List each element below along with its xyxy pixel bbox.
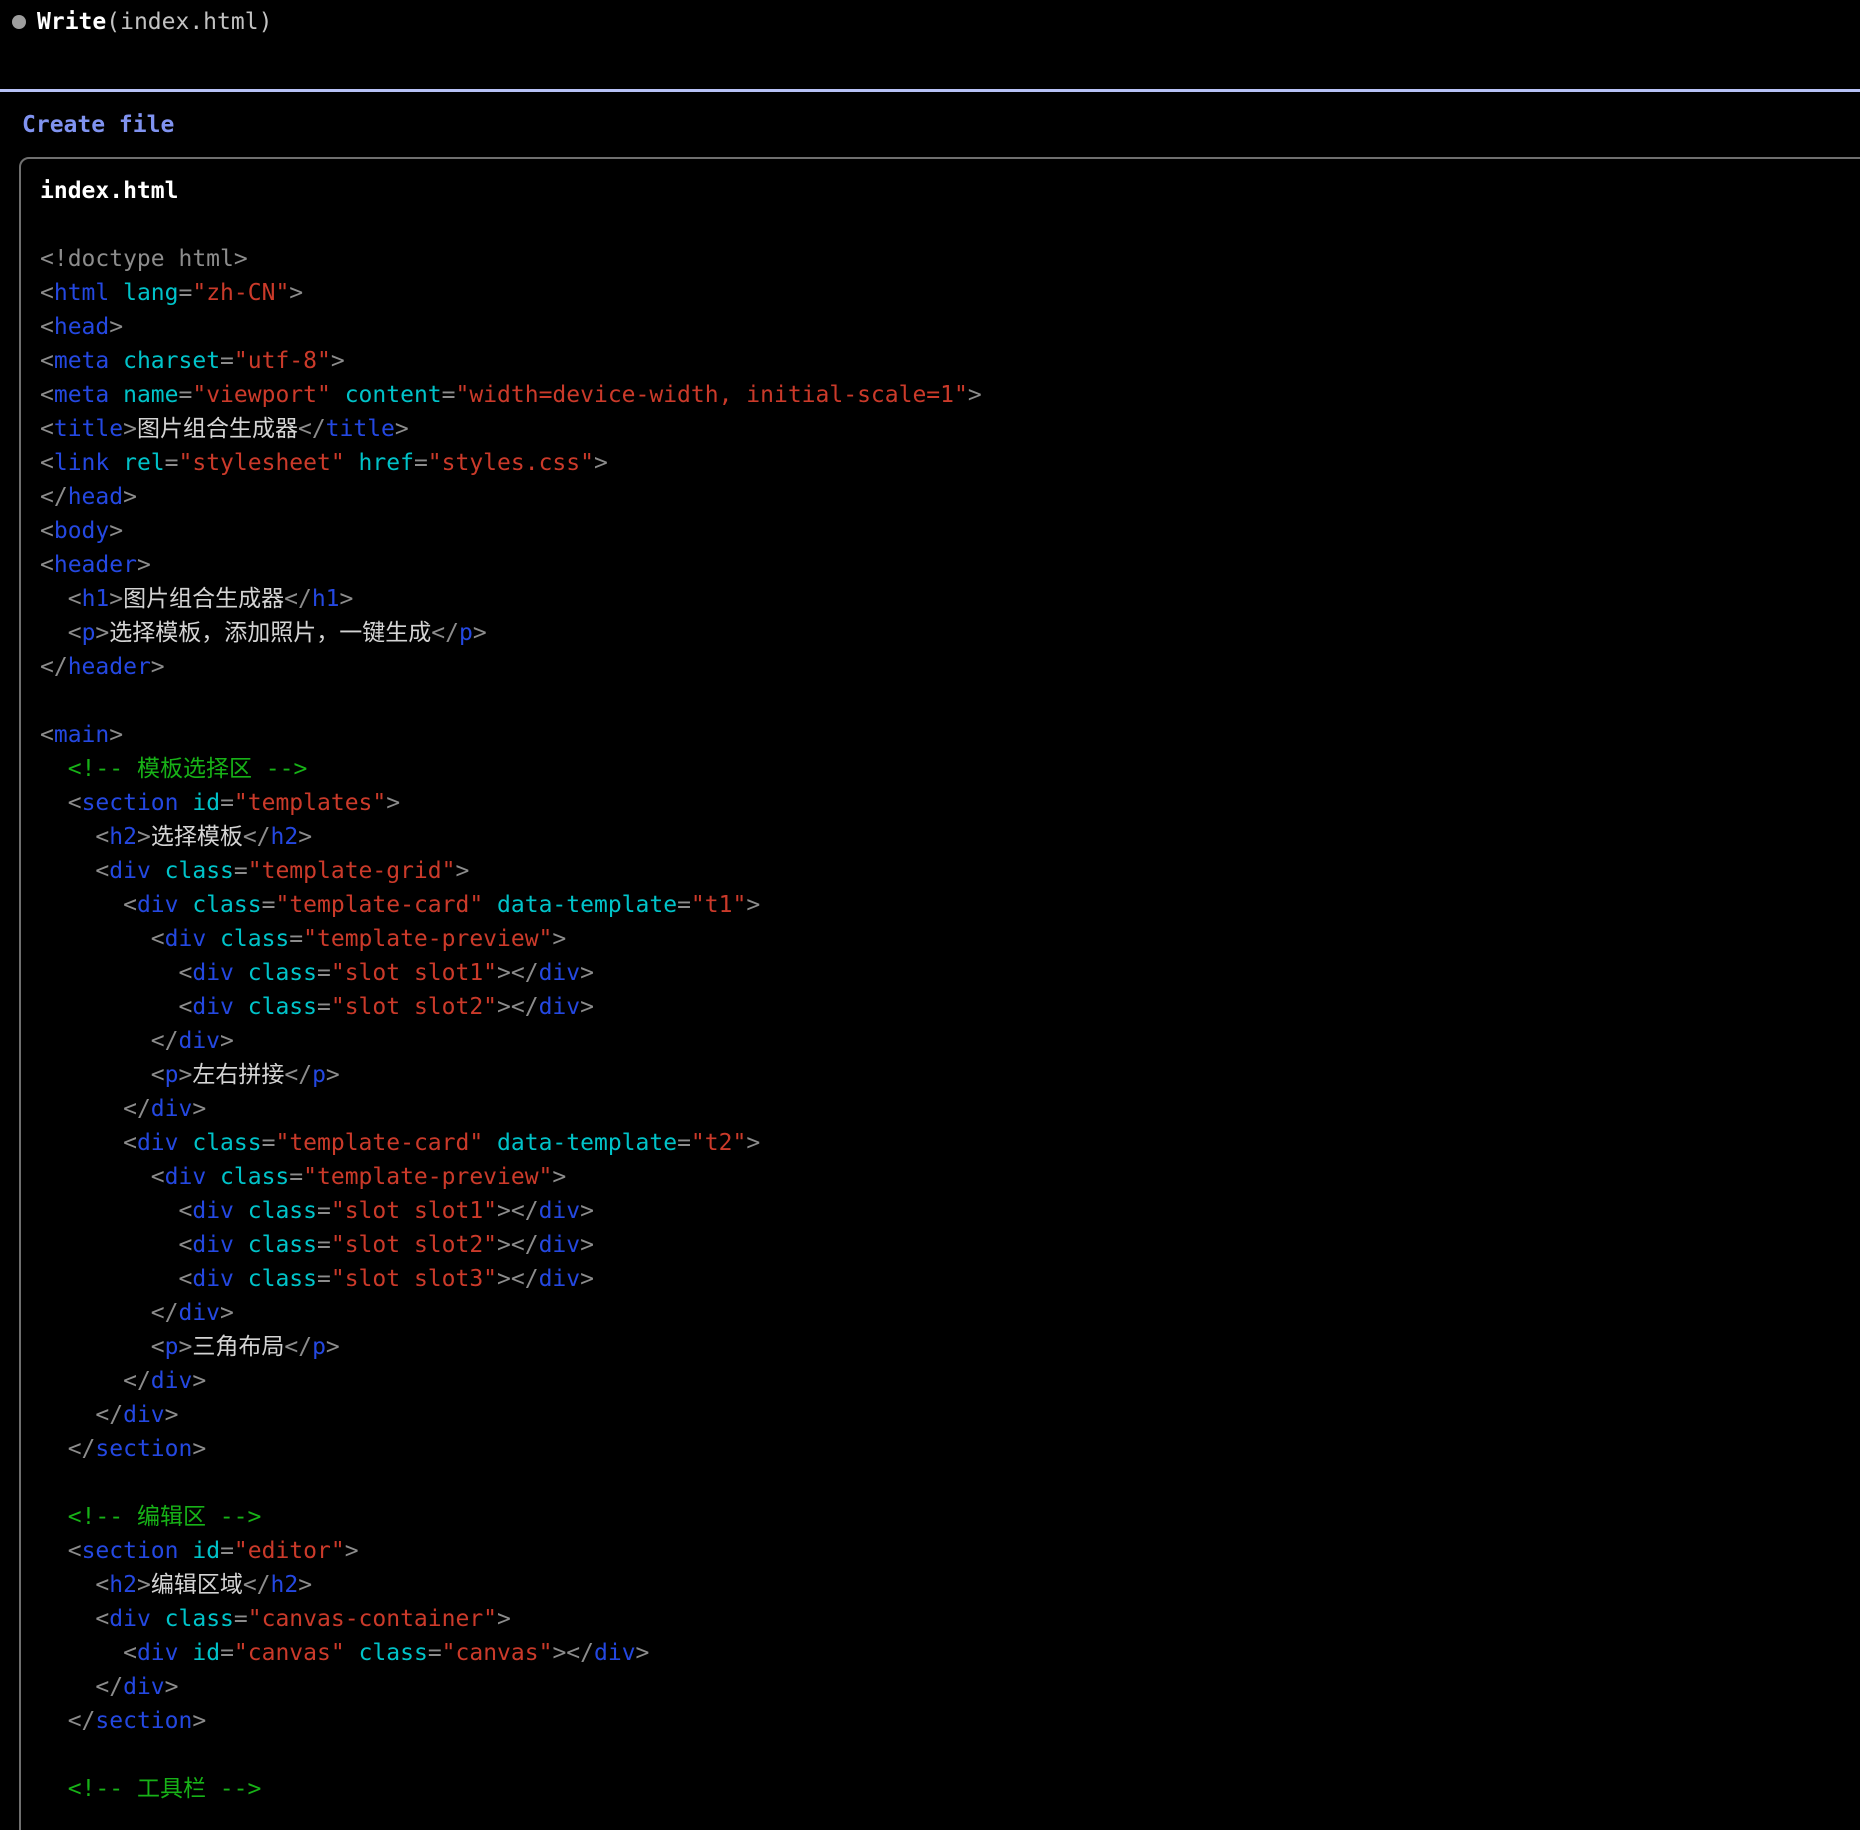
- code-line: </div>: [40, 1364, 1860, 1398]
- code-line: <div class="template-preview">: [40, 1160, 1860, 1194]
- code-line: <section id="editor">: [40, 1534, 1860, 1568]
- code-line: [40, 1466, 1860, 1500]
- code-line: <h1>图片组合生成器</h1>: [40, 582, 1860, 616]
- code-line: </div>: [40, 1296, 1860, 1330]
- code-line: <section id="templates">: [40, 786, 1860, 820]
- code-line: </div>: [40, 1092, 1860, 1126]
- tool-args: (index.html): [106, 8, 272, 36]
- code-line: </section>: [40, 1432, 1860, 1466]
- code-line: <div class="slot slot1"></div>: [40, 956, 1860, 990]
- code-line: [40, 684, 1860, 718]
- code-line: <meta charset="utf-8">: [40, 344, 1860, 378]
- tool-call-header: Write(index.html): [12, 8, 272, 36]
- code-line: <div class="template-card" data-template…: [40, 1126, 1860, 1160]
- code-line: <meta name="viewport" content="width=dev…: [40, 378, 1860, 412]
- code-line: <h2>编辑区域</h2>: [40, 1568, 1860, 1602]
- code-line: <div class="slot slot1"></div>: [40, 1194, 1860, 1228]
- code-block: <!doctype html><html lang="zh-CN"><head>…: [40, 242, 1860, 1806]
- code-line: <link rel="stylesheet" href="styles.css"…: [40, 446, 1860, 480]
- spacer: [40, 208, 1860, 242]
- code-line: <p>三角布局</p>: [40, 1330, 1860, 1364]
- tool-bullet-icon: [12, 15, 26, 29]
- tool-name: Write: [37, 8, 106, 36]
- code-line: <header>: [40, 548, 1860, 582]
- terminal-screen: Write(index.html) Create file index.html…: [0, 0, 1860, 1830]
- code-line: </section>: [40, 1704, 1860, 1738]
- code-line: <div class="slot slot2"></div>: [40, 1228, 1860, 1262]
- create-file-label: Create file: [22, 111, 174, 139]
- code-line: <!-- 工具栏 -->: [40, 1772, 1860, 1806]
- code-line: <div class="slot slot2"></div>: [40, 990, 1860, 1024]
- code-line: <div class="slot slot3"></div>: [40, 1262, 1860, 1296]
- code-line: <p>选择模板，添加照片，一键生成</p>: [40, 616, 1860, 650]
- code-line: <title>图片组合生成器</title>: [40, 412, 1860, 446]
- file-name: index.html: [40, 174, 1860, 208]
- code-line: <body>: [40, 514, 1860, 548]
- code-line: <!-- 模板选择区 -->: [40, 752, 1860, 786]
- code-line: <!-- 编辑区 -->: [40, 1500, 1860, 1534]
- code-line: </div>: [40, 1670, 1860, 1704]
- code-line: </div>: [40, 1024, 1860, 1058]
- code-line: <main>: [40, 718, 1860, 752]
- file-create-panel: index.html <!doctype html><html lang="zh…: [19, 157, 1860, 1830]
- code-line: <div class="template-preview">: [40, 922, 1860, 956]
- section-divider: [0, 89, 1860, 92]
- code-line: </head>: [40, 480, 1860, 514]
- code-line: <html lang="zh-CN">: [40, 276, 1860, 310]
- code-line: </div>: [40, 1398, 1860, 1432]
- code-line: <p>左右拼接</p>: [40, 1058, 1860, 1092]
- code-line: <head>: [40, 310, 1860, 344]
- code-line: <div class="canvas-container">: [40, 1602, 1860, 1636]
- code-line: <div id="canvas" class="canvas"></div>: [40, 1636, 1860, 1670]
- code-line: </header>: [40, 650, 1860, 684]
- code-line: <!doctype html>: [40, 242, 1860, 276]
- code-line: <div class="template-grid">: [40, 854, 1860, 888]
- code-line: <h2>选择模板</h2>: [40, 820, 1860, 854]
- code-line: [40, 1738, 1860, 1772]
- code-line: <div class="template-card" data-template…: [40, 888, 1860, 922]
